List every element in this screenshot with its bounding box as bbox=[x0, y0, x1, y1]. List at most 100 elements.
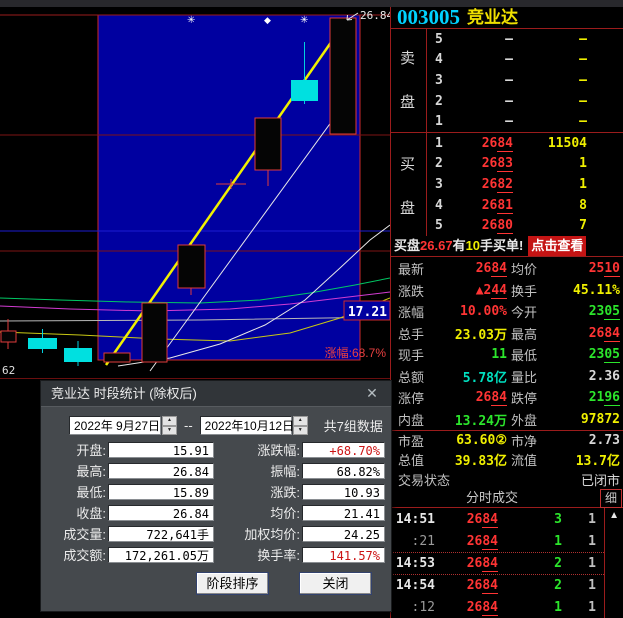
tick-time: 14:54 bbox=[391, 578, 435, 593]
price-cell: — bbox=[449, 73, 513, 88]
stat-value: ▲244 bbox=[452, 283, 507, 298]
volume-cell: 7 bbox=[513, 218, 587, 233]
stat-value: 2684 bbox=[452, 261, 507, 276]
sell-row[interactable]: 5—— bbox=[427, 29, 623, 50]
stat-label: 今开 bbox=[507, 302, 563, 321]
level-cell: 2 bbox=[435, 156, 449, 171]
spinner-down-button[interactable]: ▼ bbox=[162, 426, 177, 436]
date-to-input[interactable]: 2022年10月12日 bbox=[200, 416, 292, 435]
buy-row[interactable]: 426818 bbox=[427, 195, 623, 216]
field-input: 10.93 bbox=[302, 484, 385, 500]
spinner-up-button[interactable]: ▲ bbox=[293, 416, 308, 426]
close-button[interactable]: 关闭 bbox=[299, 572, 372, 595]
field-row: 收盘:26.84均价:21.41 bbox=[41, 502, 391, 523]
price-cell: — bbox=[449, 114, 513, 129]
buy-label: 盘 bbox=[400, 197, 415, 218]
level-cell: 3 bbox=[435, 73, 449, 88]
spinner-up-button[interactable]: ▲ bbox=[162, 416, 177, 426]
buy-row[interactable]: 326821 bbox=[427, 174, 623, 195]
stats-row: 市盈63.60②市净2.73 bbox=[391, 431, 623, 450]
stats-row: 涨跌▲244换手45.11% bbox=[391, 280, 623, 302]
stats-section-2: 市盈63.60②市净2.73总值39.83亿流值13.7亿交易状态已闭市 bbox=[391, 430, 623, 489]
field-input: 722,641手 bbox=[108, 526, 214, 542]
ticks-list: 14:51268431:2126841114:53268421 14:54 2684… bbox=[391, 508, 604, 618]
stat-value: 39.83亿 bbox=[452, 450, 507, 469]
field-input: 21.41 bbox=[302, 505, 385, 521]
app-window: ✳ ◆ ✳ 26.84 17.21 涨幅:68.7% 62 003005竞业达 … bbox=[0, 0, 623, 618]
tick-time: :21 bbox=[391, 534, 435, 549]
stat-value: 10.00% bbox=[452, 304, 507, 319]
sell-row[interactable]: 4—— bbox=[427, 50, 623, 71]
stats-row: 现手11最低2305 bbox=[391, 344, 623, 366]
buy-row[interactable]: 226831 bbox=[427, 154, 623, 175]
stat-label: 市净 bbox=[507, 431, 563, 450]
field-row: 开盘:15.91涨跌幅:+68.70% bbox=[41, 439, 391, 460]
stat-value: 2196 bbox=[563, 390, 623, 405]
tick-price: 2684 bbox=[435, 512, 498, 527]
stats-row: 内盘13.24万外盘97872 bbox=[391, 409, 623, 431]
price-arrow-icon bbox=[347, 20, 352, 21]
price-cell: — bbox=[449, 52, 513, 67]
stock-name: 竞业达 bbox=[467, 7, 518, 29]
stat-label: 涨幅 bbox=[391, 302, 452, 321]
stat-value: 2510 bbox=[563, 261, 623, 276]
buy-row[interactable]: 1268411504 bbox=[427, 133, 623, 154]
price-cell: 2682 bbox=[449, 177, 513, 192]
scrollbar[interactable] bbox=[604, 508, 605, 618]
tick-volume: 1 bbox=[498, 600, 562, 615]
price-cell: 2681 bbox=[449, 198, 513, 213]
candle bbox=[178, 245, 205, 288]
candle bbox=[142, 303, 167, 362]
period-sort-button[interactable]: 阶段排序 bbox=[196, 572, 269, 595]
tick-volume: 2 bbox=[498, 578, 562, 593]
tick-row[interactable]: :12268411 bbox=[391, 596, 604, 618]
stat-label: 外盘 bbox=[507, 410, 563, 429]
field-row: 成交额:172,261.05万换手率:141.57% bbox=[41, 544, 391, 565]
sell-label: 卖 bbox=[400, 47, 415, 68]
field-input: 15.91 bbox=[108, 442, 214, 458]
volume-cell: — bbox=[513, 73, 587, 88]
candle bbox=[104, 353, 130, 362]
sell-row[interactable]: 1—— bbox=[427, 111, 623, 132]
level-cell: 1 bbox=[435, 114, 449, 129]
stats-row: 最新2684均价2510 bbox=[391, 258, 623, 280]
field-row: 最低:15.89涨跌:10.93 bbox=[41, 481, 391, 502]
sell-row[interactable]: 2—— bbox=[427, 91, 623, 112]
tick-row[interactable]: 14:51268431 bbox=[391, 508, 604, 530]
tick-volume: 1 bbox=[498, 534, 562, 549]
stat-value: 63.60② bbox=[452, 433, 507, 448]
sell-row[interactable]: 3—— bbox=[427, 70, 623, 91]
alert-text: 买盘 bbox=[394, 238, 420, 253]
field-label: 振幅: bbox=[214, 461, 300, 480]
tick-row[interactable]: 14:54268421 bbox=[391, 574, 604, 596]
field-input: 68.82% bbox=[302, 463, 385, 479]
stat-value: 13.7亿 bbox=[563, 450, 623, 469]
dialog-close-button[interactable]: ✕ bbox=[363, 381, 381, 406]
level-cell: 4 bbox=[435, 198, 449, 213]
tick-row[interactable]: :21268411 bbox=[391, 530, 604, 552]
date-from-input[interactable]: 2022年 9月27日 bbox=[69, 416, 161, 435]
stats-row: 涨幅10.00%今开2305 bbox=[391, 301, 623, 323]
alert-action-button[interactable]: 点击查看 bbox=[528, 236, 586, 256]
price-cell: 2684 bbox=[449, 136, 513, 151]
stat-label: 量比 bbox=[507, 367, 563, 386]
field-label: 成交量: bbox=[41, 524, 106, 543]
tick-volume: 3 bbox=[498, 512, 562, 527]
stat-label: 最低 bbox=[507, 345, 563, 364]
group-count-label: 共7组数据 bbox=[324, 416, 383, 435]
buy-row[interactable]: 526807 bbox=[427, 215, 623, 236]
dialog-titlebar[interactable]: 竞业达 时段统计 (除权后) ✕ bbox=[41, 381, 391, 407]
ticks-detail-button[interactable]: 细 bbox=[600, 489, 622, 508]
ticks-header-title: 分时成交 bbox=[391, 489, 593, 507]
sell-label: 盘 bbox=[400, 91, 415, 112]
field-label: 最低: bbox=[41, 482, 106, 501]
kline-chart[interactable]: ✳ ◆ ✳ 26.84 17.21 涨幅:68.7% 62 bbox=[0, 7, 390, 380]
volume-cell: — bbox=[513, 94, 587, 109]
tick-row[interactable]: 14:53268421 bbox=[391, 552, 604, 574]
volume-cell: 8 bbox=[513, 198, 587, 213]
diamond-marker-icon: ◆ bbox=[264, 15, 271, 25]
spinner-down-button[interactable]: ▼ bbox=[293, 426, 308, 436]
level-cell: 4 bbox=[435, 52, 449, 67]
scroll-up-icon[interactable]: ▲ bbox=[609, 510, 619, 521]
tick-time: 14:51 bbox=[391, 512, 435, 527]
